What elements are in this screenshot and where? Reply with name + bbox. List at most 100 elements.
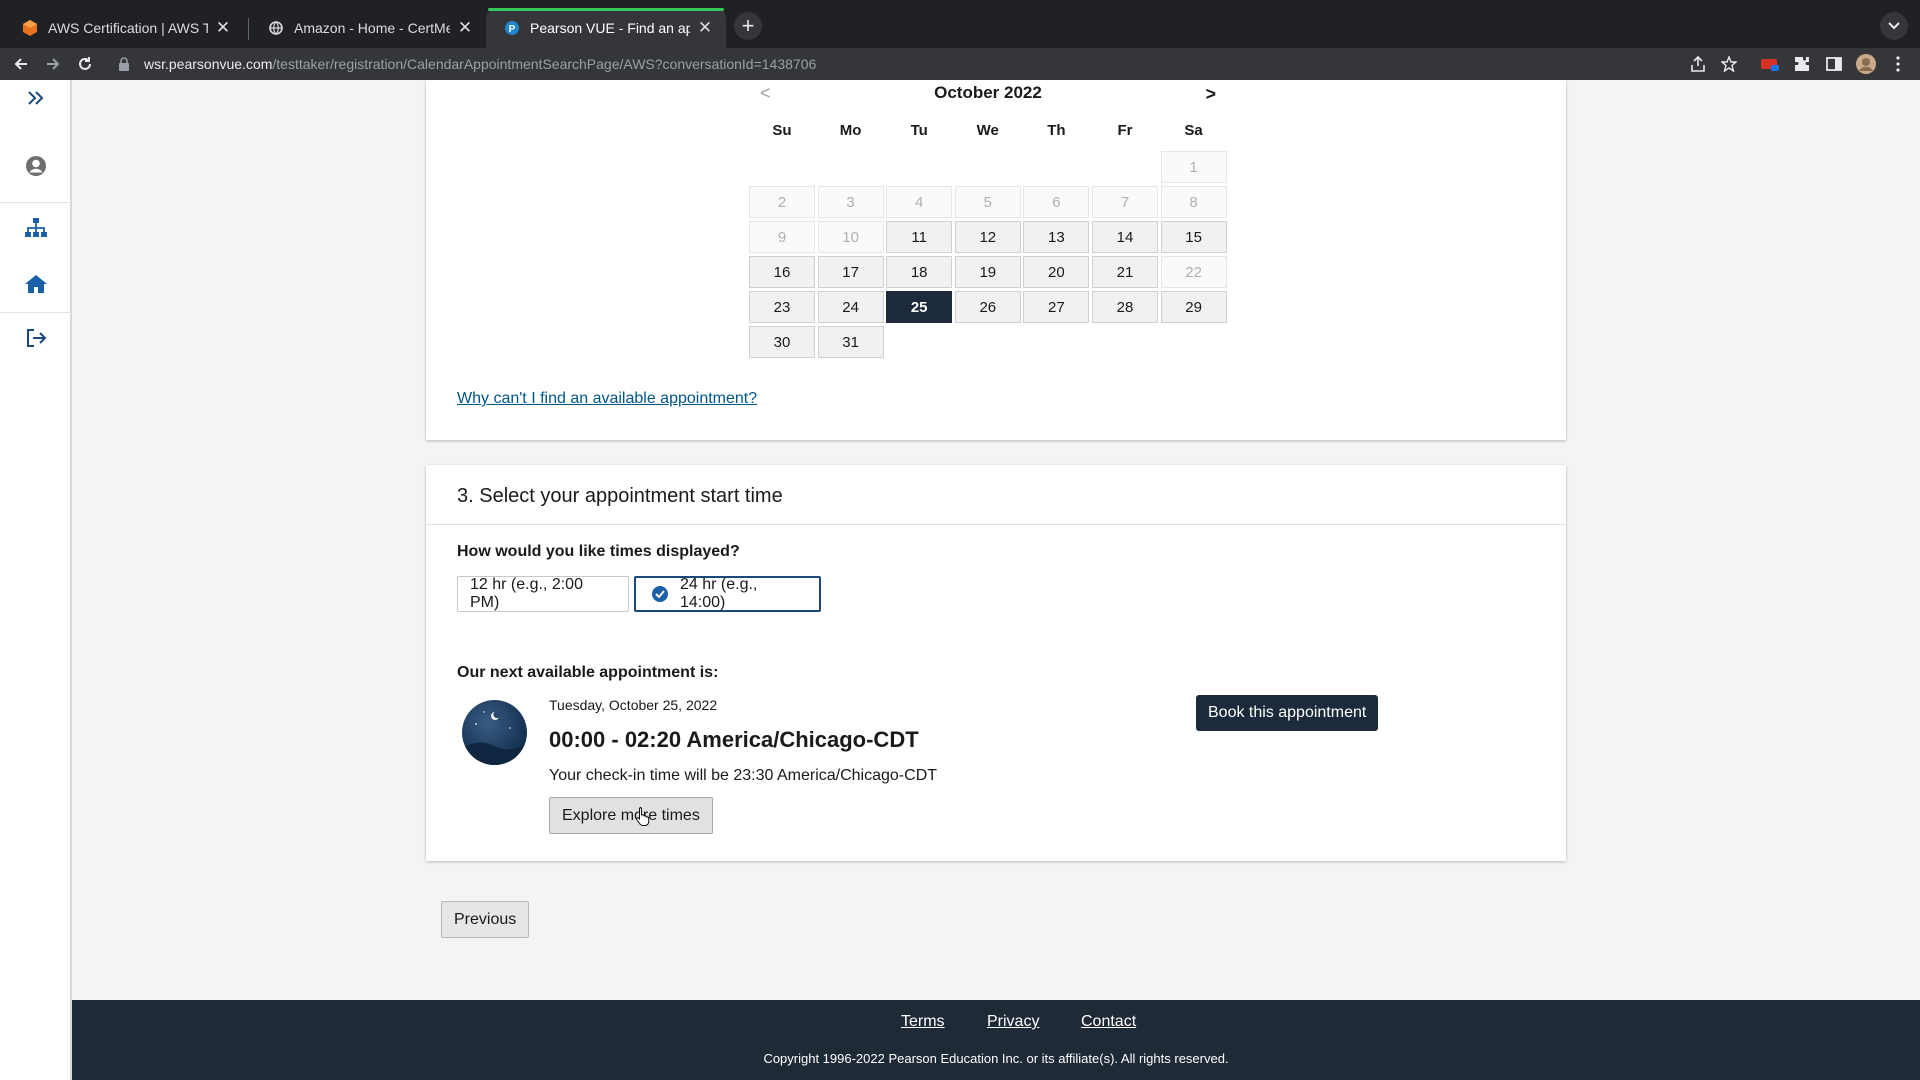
why-no-appointment-link[interactable]: Why can't I find an available appointmen… — [457, 390, 757, 408]
calendar-header: < October 2022 > — [748, 80, 1228, 106]
calendar-day[interactable]: 20 — [1023, 256, 1090, 288]
calendar-day: 6 — [1023, 186, 1090, 218]
expand-sidebar-button[interactable] — [18, 80, 54, 116]
weekday-header: Sa — [1184, 122, 1203, 139]
close-icon[interactable]: ✕ — [456, 18, 474, 38]
account-icon — [26, 156, 46, 176]
tab-search-button[interactable] — [1880, 12, 1908, 40]
side-panel-icon — [1826, 57, 1842, 71]
calendar-day-selected[interactable]: 25 — [886, 291, 953, 323]
bookmark-button[interactable] — [1717, 52, 1741, 76]
appointment-time: 00:00 - 02:20 America/Chicago-CDT — [549, 727, 919, 752]
tab-aws-certification[interactable]: AWS Certification | AWS Trainin ✕ — [4, 8, 244, 48]
appointment-checkin-time: Your check-in time will be 23:30 America… — [549, 767, 938, 784]
hand-cursor-icon — [636, 807, 650, 826]
left-sidebar — [0, 80, 72, 1080]
calendar-day[interactable]: 23 — [749, 291, 815, 323]
night-moon-icon — [462, 700, 527, 765]
tab-loading-bar — [488, 8, 724, 11]
time-format-12hr-option[interactable]: 12 hr (e.g., 2:00 PM) — [457, 576, 629, 612]
time-format-question: How would you like times displayed? — [457, 543, 740, 560]
weekday-header: We — [976, 122, 999, 139]
account-button[interactable] — [18, 148, 54, 184]
back-button[interactable] — [9, 52, 33, 76]
calendar-month-label: October 2022 — [934, 83, 1042, 102]
share-button[interactable] — [1686, 52, 1710, 76]
calendar-day[interactable]: 24 — [817, 291, 884, 323]
privacy-link[interactable]: Privacy — [987, 1013, 1039, 1031]
book-appointment-button[interactable]: Book this appointment — [1196, 695, 1379, 731]
tab-certmetrics[interactable]: Amazon - Home - CertMetrics ✕ — [250, 8, 486, 48]
section-divider — [426, 524, 1566, 525]
appointment-date: Tuesday, October 25, 2022 — [549, 697, 718, 713]
weekday-header: Th — [1047, 122, 1066, 139]
browser-tab-bar: AWS Certification | AWS Trainin ✕ Amazon… — [0, 0, 1920, 48]
explore-more-times-button[interactable]: Explore more times — [549, 797, 713, 834]
avatar-icon — [1856, 54, 1876, 74]
calendar-day: 4 — [886, 186, 953, 218]
calendar-day[interactable]: 13 — [1023, 221, 1090, 253]
calendar-day[interactable]: 27 — [1023, 291, 1090, 323]
calendar-day[interactable]: 21 — [1092, 256, 1158, 288]
calendar-day[interactable]: 15 — [1160, 221, 1227, 253]
time-format-24hr-label: 24 hr (e.g., 14:00) — [679, 576, 758, 611]
extensions-button[interactable] — [1790, 52, 1814, 76]
side-panel-button[interactable] — [1822, 52, 1846, 76]
lock-icon — [118, 56, 134, 72]
tab-pearson-vue[interactable]: P Pearson VUE - Find an appoint ✕ — [486, 8, 726, 48]
browser-menu-button[interactable] — [1886, 52, 1910, 76]
expand-icon — [28, 91, 44, 105]
calendar-day[interactable]: 29 — [1160, 291, 1227, 323]
calendar-day: 8 — [1160, 186, 1227, 218]
weekday-header: Mo — [839, 122, 862, 139]
calendar-day[interactable]: 12 — [954, 221, 1021, 253]
calendar-day: 5 — [954, 186, 1021, 218]
calendar-day[interactable]: 14 — [1092, 221, 1158, 253]
forward-button[interactable] — [41, 52, 65, 76]
page-footer: Terms Privacy Contact Copyright 1996-202… — [72, 1000, 1920, 1080]
address-bar[interactable]: wsr.pearsonvue.com/testtaker/registratio… — [108, 50, 1648, 78]
star-icon — [1721, 56, 1737, 72]
arrow-right-icon — [47, 58, 60, 70]
calendar-day[interactable]: 11 — [886, 221, 953, 253]
reload-icon — [79, 57, 91, 70]
calendar-day[interactable]: 19 — [954, 256, 1021, 288]
sign-out-button[interactable] — [18, 320, 54, 356]
puzzle-icon — [1795, 57, 1809, 71]
weekday-header: Tu — [910, 122, 928, 139]
time-format-24hr-option[interactable]: 24 hr (e.g., 14:00) — [634, 576, 821, 612]
calendar-day[interactable]: 26 — [954, 291, 1021, 323]
pearson-icon: P — [504, 20, 520, 36]
calendar-day: 3 — [817, 186, 884, 218]
close-icon[interactable]: ✕ — [214, 18, 232, 38]
previous-button[interactable]: Previous — [441, 901, 530, 938]
calendar-day: 1 — [1160, 151, 1227, 183]
reload-button[interactable] — [73, 52, 97, 76]
calendar-day[interactable]: 31 — [817, 326, 884, 358]
aws-icon — [22, 20, 38, 36]
sign-out-icon — [27, 329, 47, 347]
profile-button[interactable] — [1854, 52, 1878, 76]
calendar-day[interactable]: 17 — [817, 256, 884, 288]
browser-toolbar: wsr.pearsonvue.com/testtaker/registratio… — [0, 48, 1920, 80]
close-icon[interactable]: ✕ — [696, 18, 714, 38]
calendar-day[interactable]: 30 — [749, 326, 815, 358]
arrow-left-icon — [14, 58, 27, 70]
extension-button[interactable] — [1758, 52, 1782, 76]
contact-link[interactable]: Contact — [1081, 1013, 1136, 1031]
next-appointment-label: Our next available appointment is: — [457, 664, 719, 681]
terms-link[interactable]: Terms — [901, 1013, 945, 1031]
home-icon — [25, 275, 47, 293]
calendar-day[interactable]: 16 — [749, 256, 815, 288]
next-month-button[interactable]: > — [1205, 84, 1216, 105]
calendar-day: 9 — [749, 221, 815, 253]
calendar-day: 22 — [1160, 256, 1227, 288]
calendar-day[interactable]: 18 — [886, 256, 953, 288]
svg-text:P: P — [509, 24, 516, 35]
calendar-day: 2 — [749, 186, 815, 218]
extension-badge-icon — [1761, 59, 1779, 71]
new-tab-button[interactable]: + — [734, 12, 762, 40]
calendar-day[interactable]: 28 — [1092, 291, 1158, 323]
home-button[interactable] — [18, 266, 54, 302]
sitemap-button[interactable] — [18, 210, 54, 246]
